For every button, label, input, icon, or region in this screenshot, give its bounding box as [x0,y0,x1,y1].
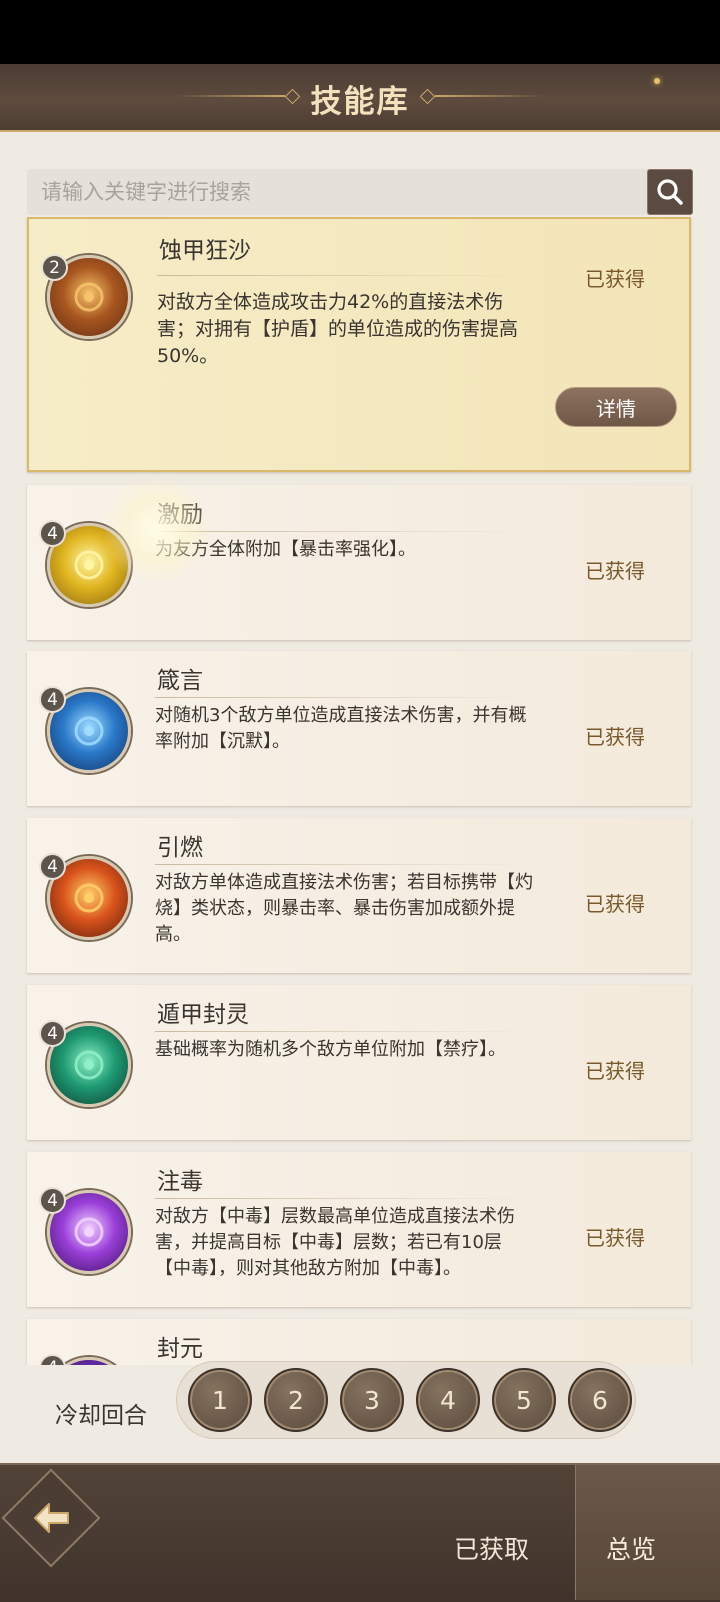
back-arrow-icon [22,1493,82,1543]
cooldown-option-5[interactable]: 5 [492,1368,556,1432]
cooldown-badge: 4 [39,1187,66,1214]
divider [155,864,535,865]
skill-name: 引燃 [157,835,203,861]
cooldown-option-6[interactable]: 6 [568,1368,632,1432]
skill-status: 已获得 [585,559,645,583]
skill-card[interactable]: 4 封元 [27,1319,691,1365]
skill-status: 已获得 [585,1226,645,1250]
divider [155,531,535,532]
skill-description: 为友方全体附加【暴击率强化】。 [155,539,416,560]
skill-name: 注毒 [157,1169,203,1195]
skill-status: 已获得 [585,892,645,916]
header-bar: 技能库 [0,64,720,132]
skill-card[interactable]: 4 引燃对敌方单体造成直接法术伤害；若目标携带【灼烧】类状态，则暴击率、暴击伤害加… [27,818,691,973]
skill-list[interactable]: 2 蚀甲狂沙对敌方全体造成攻击力42%的直接法术伤害；对拥有【护盾】的单位造成的伤… [0,217,720,1365]
skill-card[interactable]: 4 遁甲封灵基础概率为随机多个敌方单位附加【禁疗】。已获得 [27,985,691,1140]
skill-description: 基础概率为随机多个敌方单位附加【禁疗】。 [155,1039,506,1060]
divider [157,275,537,276]
search-button[interactable] [647,169,693,215]
sparkle-decoration [654,78,660,84]
tab-owned[interactable]: 已获取 [454,1530,529,1566]
skill-status: 已获得 [585,1059,645,1083]
divider [155,1031,535,1032]
skill-name: 蚀甲狂沙 [159,238,251,264]
divider [155,697,535,698]
skill-description: 对敌方【中毒】层数最高单位造成直接法术伤害，并提高目标【中毒】层数；若已有10层… [155,1206,515,1279]
skill-description: 对随机3个敌方单位造成直接法术伤害，并有概率附加【沉默】。 [155,705,527,752]
skill-description: 对敌方全体造成攻击力42%的直接法术伤害；对拥有【护盾】的单位造成的伤害提高50… [157,291,519,367]
cooldown-filter-label: 冷却回合 [55,1403,147,1429]
details-button[interactable]: 详情 [555,387,677,427]
skill-card[interactable]: 2 蚀甲狂沙对敌方全体造成攻击力42%的直接法术伤害；对拥有【护盾】的单位造成的伤… [27,217,691,472]
header-ornament-right [435,95,545,97]
skill-name: 激励 [157,502,203,528]
cooldown-option-4[interactable]: 4 [416,1368,480,1432]
skill-description: 对敌方单体造成直接法术伤害；若目标携带【灼烧】类状态，则暴击率、暴击伤害加成额外… [155,872,533,945]
cooldown-badge: 2 [41,254,68,281]
cooldown-badge: 4 [39,853,66,880]
search-icon [657,179,683,205]
search-input[interactable] [27,169,647,215]
cooldown-option-3[interactable]: 3 [340,1368,404,1432]
skill-status: 已获得 [585,725,645,749]
skill-status: 已获得 [585,267,645,291]
skill-name: 封元 [157,1336,203,1362]
cooldown-badge: 4 [39,520,66,547]
divider [155,1198,535,1199]
skill-card[interactable]: 4 注毒对敌方【中毒】层数最高单位造成直接法术伤害，并提高目标【中毒】层数；若已有… [27,1152,691,1307]
cooldown-option-2[interactable]: 2 [264,1368,328,1432]
cooldown-option-1[interactable]: 1 [188,1368,252,1432]
search-bar [27,169,693,215]
cooldown-badge: 4 [39,686,66,713]
tab-overview[interactable]: 总览 [606,1530,656,1566]
status-bar [0,0,720,64]
cooldown-badge: 4 [39,1020,66,1047]
skill-name: 箴言 [157,668,203,694]
skill-card[interactable]: 4 激励为友方全体附加【暴击率强化】。已获得 [27,485,691,640]
cooldown-badge: 4 [39,1354,66,1365]
skill-name: 遁甲封灵 [157,1002,249,1028]
page-title: 技能库 [310,84,410,120]
skill-card[interactable]: 4 箴言对随机3个敌方单位造成直接法术伤害，并有概率附加【沉默】。 已获得 [27,651,691,806]
